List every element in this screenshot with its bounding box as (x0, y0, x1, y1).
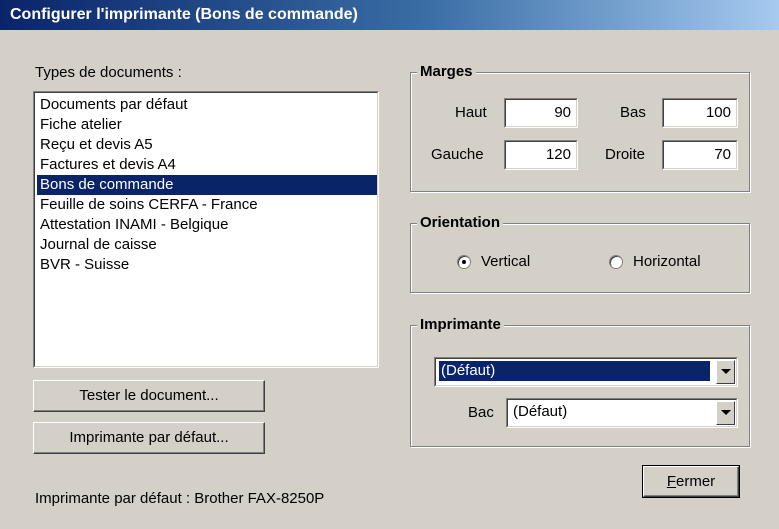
documents-label: Types de documents : (35, 64, 182, 81)
tray-select-value: (Défaut) (513, 403, 568, 420)
chevron-down-icon[interactable] (716, 360, 735, 384)
left-margin-value: 120 (505, 141, 577, 169)
vertical-radio-button[interactable] (457, 254, 471, 269)
close-button[interactable]: Fermer (642, 465, 740, 498)
documents-listbox[interactable]: Documents par défaut Fiche atelier Reçu et… (33, 91, 379, 368)
left-margin-field[interactable]: 120 (504, 140, 578, 170)
vertical-label: Vertical (481, 253, 531, 270)
tray-label: Bac (468, 404, 494, 421)
title-bar: Configurer l'imprimante (Bons de command… (0, 0, 779, 30)
default-printer-button[interactable]: Imprimante par défaut... (33, 422, 265, 454)
list-item[interactable]: Feuille de soins CERFA - France (37, 195, 377, 215)
list-item[interactable]: Fiche atelier (37, 115, 377, 135)
horizontal-radio-button[interactable] (609, 254, 623, 269)
orientation-title: Orientation (417, 214, 504, 232)
radio-selected-dot (462, 259, 466, 264)
top-margin-value: 90 (505, 99, 577, 127)
left-margin-label: Gauche (431, 146, 484, 163)
tray-select[interactable]: (Défaut) (506, 398, 738, 428)
bottom-margin-label: Bas (620, 104, 646, 121)
default-printer-status: Imprimante par défaut : Brother FAX-8250… (35, 490, 325, 507)
top-margin-field[interactable]: 90 (504, 98, 578, 128)
list-item[interactable]: Journal de caisse (37, 235, 377, 255)
list-item[interactable]: Reçu et devis A5 (37, 135, 377, 155)
test-document-button[interactable]: Tester le document... (33, 380, 265, 412)
list-item[interactable]: BVR - Suisse (37, 255, 377, 275)
list-item[interactable]: Attestation INAMI - Belgique (37, 215, 377, 235)
horizontal-label: Horizontal (633, 253, 701, 270)
horizontal-radio[interactable]: Horizontal (609, 253, 701, 270)
list-item[interactable]: Factures et devis A4 (37, 155, 377, 175)
printer-title: Imprimante (417, 316, 504, 334)
vertical-radio[interactable]: Vertical (457, 253, 530, 270)
bottom-margin-value: 100 (663, 99, 737, 127)
right-margin-value: 70 (663, 141, 737, 169)
top-margin-label: Haut (455, 104, 487, 121)
right-margin-label: Droite (605, 146, 646, 163)
bottom-margin-field[interactable]: 100 (662, 98, 738, 128)
documents-list: Documents par défaut Fiche atelier Reçu et… (35, 93, 377, 275)
margins-group (410, 72, 750, 192)
list-item[interactable]: Bons de commande (37, 175, 377, 195)
printer-select-value: (Défaut) (439, 361, 710, 381)
chevron-down-icon[interactable] (716, 401, 735, 425)
printer-select[interactable]: (Défaut) (434, 357, 738, 387)
margins-title: Marges (417, 63, 476, 81)
right-margin-field[interactable]: 70 (662, 140, 738, 170)
list-item[interactable]: Documents par défaut (37, 95, 377, 115)
